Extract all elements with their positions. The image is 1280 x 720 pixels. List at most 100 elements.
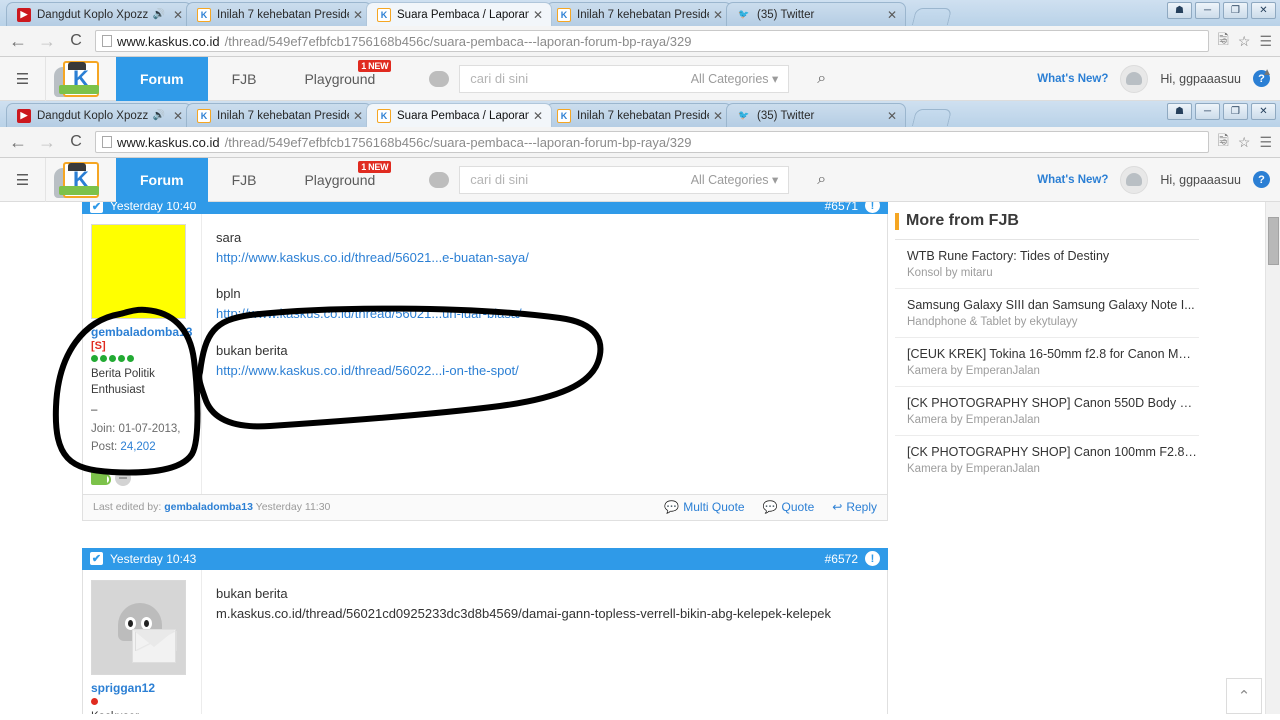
bookmark-star-icon[interactable]: ☆ [1238, 33, 1251, 50]
multi-quote-button[interactable]: 💬 Multi Quote [664, 500, 744, 514]
list-item[interactable]: Samsung Galaxy SIII dan Samsung Galaxy N… [895, 289, 1199, 338]
tab-close-icon[interactable]: ✕ [533, 8, 543, 22]
message-link[interactable]: http://www.kaskus.co.id/thread/56022...i… [216, 361, 875, 381]
browser-tab[interactable]: K Inilah 7 kehebatan Preside ✕ [546, 103, 732, 127]
search-icon[interactable]: ⌕ [817, 171, 826, 189]
message-link[interactable]: http://www.kaskus.co.id/thread/56021...u… [216, 304, 875, 324]
user-profile-icon[interactable]: ☗ [1167, 2, 1192, 19]
tab-close-icon[interactable]: ✕ [353, 8, 363, 22]
tab-close-icon[interactable]: ✕ [887, 109, 897, 123]
nav-item-forum[interactable]: Forum [116, 56, 208, 101]
user-profile-icon[interactable]: ☗ [1167, 103, 1192, 120]
browser-tab[interactable]: ▶ Dangdut Koplo Xpozz - 🔊 ✕ [6, 2, 192, 26]
list-item[interactable]: [CEUK KREK] Tokina 16-50mm f2.8 for Cano… [895, 338, 1199, 387]
avatar[interactable] [1120, 64, 1149, 93]
user-greeting[interactable]: Hi, ggpaaasuu [1160, 72, 1241, 86]
nav-item-fjb[interactable]: FJB [208, 57, 281, 101]
tab-mute-icon[interactable]: 🔊 [152, 9, 164, 20]
close-button[interactable]: ✕ [1251, 103, 1276, 120]
list-item[interactable]: [CK PHOTOGRAPHY SHOP] Canon 550D Body ex… [895, 387, 1199, 436]
menu-burger-icon[interactable]: ☰ [0, 157, 46, 202]
avatar[interactable] [91, 579, 186, 675]
tab-close-icon[interactable]: ✕ [713, 8, 723, 22]
translate-icon[interactable]: 🗟 [1218, 130, 1229, 154]
whats-new-link[interactable]: What's New? [1037, 174, 1108, 186]
chrome-menu-icon[interactable]: ☰ [1259, 134, 1272, 151]
kaskus-logo[interactable]: K [46, 161, 116, 198]
browser-tab[interactable]: K Inilah 7 kehebatan Preside ✕ [546, 2, 732, 26]
list-item[interactable]: WTB Rune Factory: Tides of Destiny Konso… [895, 240, 1199, 289]
post-number[interactable]: #6572 [825, 552, 858, 566]
quote-button[interactable]: 💬 Quote [763, 500, 815, 514]
minimize-button[interactable]: ─ [1195, 103, 1220, 120]
minimize-button[interactable]: ─ [1195, 2, 1220, 19]
bata-icon[interactable] [115, 469, 131, 486]
chat-bubble-icon[interactable] [429, 70, 450, 87]
avatar[interactable] [91, 224, 186, 319]
search-input[interactable] [470, 71, 691, 86]
vertical-scrollbar[interactable] [1265, 202, 1280, 714]
tab-close-icon[interactable]: ✕ [533, 109, 543, 123]
nav-item-playground[interactable]: Playground 1 NEW [280, 57, 399, 101]
post-select-checkbox[interactable]: ✔ [90, 552, 103, 566]
search-input[interactable] [470, 172, 691, 187]
nav-item-playground[interactable]: Playground 1 NEW [280, 158, 399, 202]
reply-button[interactable]: ↩ Reply [832, 500, 877, 514]
tab-close-icon[interactable]: ✕ [713, 109, 723, 123]
scrollbar-thumb[interactable] [1268, 217, 1279, 265]
avatar[interactable] [1120, 165, 1149, 194]
username-link[interactable]: spriggan12 [91, 681, 193, 695]
kaskus-logo[interactable]: K [46, 60, 116, 97]
close-button[interactable]: ✕ [1251, 2, 1276, 19]
bookmark-star-icon[interactable]: ☆ [1238, 134, 1251, 151]
browser-tab[interactable]: K Inilah 7 kehebatan Preside ✕ [186, 103, 372, 127]
nav-item-fjb[interactable]: FJB [208, 158, 281, 202]
back-icon[interactable]: ← [8, 32, 28, 50]
post-number[interactable]: #6571 [825, 202, 858, 213]
new-tab-button[interactable] [911, 109, 953, 126]
search-box[interactable]: All Categories ▾ [459, 165, 790, 194]
search-box[interactable]: All Categories ▾ [459, 64, 790, 93]
tab-close-icon[interactable]: ✕ [887, 8, 897, 22]
tab-mute-icon[interactable]: 🔊 [152, 110, 164, 121]
address-bar[interactable]: www.kaskus.co.id/thread/549ef7efbfcb1756… [95, 131, 1209, 153]
forward-icon[interactable]: → [37, 32, 57, 50]
nav-item-forum[interactable]: Forum [116, 157, 208, 202]
browser-tab[interactable]: ▶ Dangdut Koplo Xpozz - 🔊 ✕ [6, 103, 192, 127]
browser-tab-active[interactable]: K Suara Pembaca / Laporan ✕ [366, 2, 552, 26]
message-link[interactable]: http://www.kaskus.co.id/thread/56021...e… [216, 248, 875, 268]
category-selector[interactable]: All Categories ▾ [691, 71, 779, 86]
chat-bubble-icon[interactable] [429, 171, 450, 188]
list-item[interactable]: [CK PHOTOGRAPHY SHOP] Canon 100mm F2.8 U… [895, 436, 1199, 484]
menu-burger-icon[interactable]: ☰ [0, 56, 46, 101]
tab-close-icon[interactable]: ✕ [173, 8, 183, 22]
last-editor-link[interactable]: gembaladomba13 [164, 501, 253, 513]
translate-icon[interactable]: 🗟 [1218, 29, 1229, 53]
browser-tab[interactable]: 🐦 (35) Twitter ✕ [726, 103, 906, 127]
browser-tab[interactable]: K Inilah 7 kehebatan Preside ✕ [186, 2, 372, 26]
browser-tab-active[interactable]: K Suara Pembaca / Laporan ✕ [366, 103, 552, 127]
username-link[interactable]: gembaladomba13 [91, 325, 193, 339]
reload-icon[interactable]: C [66, 33, 86, 49]
tab-close-icon[interactable]: ✕ [353, 109, 363, 123]
address-bar[interactable]: www.kaskus.co.id/thread/549ef7efbfcb1756… [95, 30, 1209, 52]
report-icon[interactable]: ! [865, 551, 880, 567]
help-icon[interactable]: ? [1253, 171, 1270, 188]
cendol-icon[interactable] [91, 470, 111, 485]
new-tab-button[interactable] [911, 8, 953, 25]
search-icon[interactable]: ⌕ [817, 70, 826, 88]
back-to-top-button[interactable]: ⌃ [1226, 678, 1262, 714]
post-select-checkbox[interactable]: ✔ [90, 202, 103, 213]
category-selector[interactable]: All Categories ▾ [691, 172, 779, 187]
report-icon[interactable]: ! [865, 202, 880, 213]
tab-close-icon[interactable]: ✕ [173, 109, 183, 123]
chrome-menu-icon[interactable]: ☰ [1259, 33, 1272, 50]
browser-tab[interactable]: 🐦 (35) Twitter ✕ [726, 2, 906, 26]
back-icon[interactable]: ← [8, 133, 28, 151]
maximize-button[interactable]: ❐ [1223, 103, 1248, 120]
forward-icon[interactable]: → [37, 133, 57, 151]
reload-icon[interactable]: C [66, 134, 86, 150]
user-greeting[interactable]: Hi, ggpaaasuu [1160, 173, 1241, 187]
whats-new-link[interactable]: What's New? [1037, 73, 1108, 85]
maximize-button[interactable]: ❐ [1223, 2, 1248, 19]
